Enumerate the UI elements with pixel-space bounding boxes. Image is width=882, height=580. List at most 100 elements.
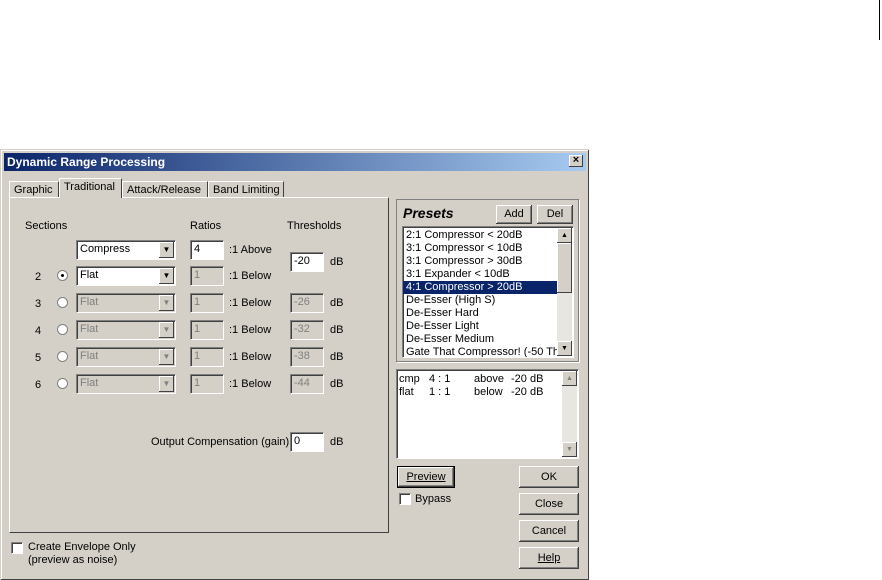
tab-attack-release[interactable]: Attack/Release	[122, 181, 208, 198]
summary-row: cmp 4 : 1 above -20 dB	[399, 373, 576, 386]
summary-row: flat 1 : 1 below -20 dB	[399, 386, 576, 399]
preset-item[interactable]: 3:1 Compressor < 10dB	[403, 242, 558, 255]
section-2-mode-select[interactable]: Flat ▼	[76, 266, 176, 286]
section-3-radio[interactable]	[57, 297, 68, 308]
section-5-ratio-input[interactable]: 1	[190, 347, 224, 367]
summary-thr: -20 dB	[511, 373, 544, 385]
section-1-unit: dB	[330, 256, 344, 268]
bypass-checkbox[interactable]	[399, 493, 411, 505]
section-4-threshold-input[interactable]: -32	[290, 320, 324, 340]
thresholds-header: Thresholds	[287, 220, 342, 232]
section-2-ratio-input[interactable]: 1	[190, 266, 224, 286]
create-envelope-sublabel: (preview as noise)	[28, 554, 118, 566]
tab-band-limiting[interactable]: Band Limiting	[208, 181, 284, 198]
help-button[interactable]: Help	[519, 547, 579, 569]
section-2-number: 2	[35, 271, 42, 283]
section-3-threshold-input[interactable]: -26	[290, 293, 324, 313]
chevron-down-icon: ▼	[159, 349, 174, 365]
presets-group: Presets Add Del 2:1 Compressor < 20dB 3:1…	[396, 199, 579, 362]
summary-scrollbar[interactable]: ▲ ▼	[562, 371, 577, 457]
section-4-radio[interactable]	[57, 324, 68, 335]
preset-item[interactable]: 3:1 Expander < 10dB	[403, 268, 558, 281]
preset-item[interactable]: De-Esser (High S)	[403, 294, 558, 307]
dialog-title: Dynamic Range Processing	[7, 155, 166, 169]
summary-ratio: 1 : 1	[429, 386, 451, 398]
summary-type: cmp	[399, 373, 420, 385]
bypass-label: Bypass	[415, 493, 452, 505]
section-6-ratio-input[interactable]: 1	[190, 374, 224, 394]
section-2-mode-value: Flat	[80, 269, 99, 281]
chevron-down-icon: ▼	[159, 295, 174, 311]
sections-header: Sections	[25, 220, 68, 232]
scroll-down-icon[interactable]: ▼	[557, 341, 572, 356]
section-5-unit: dB	[330, 351, 344, 363]
section-6-mode-select[interactable]: Flat ▼	[76, 374, 176, 394]
section-1-ratio-input[interactable]: 4	[190, 240, 224, 260]
settings-summary-box[interactable]: cmp 4 : 1 above -20 dB flat 1 : 1 below -20 dB …	[396, 369, 579, 459]
section-5-threshold-input[interactable]: -38	[290, 347, 324, 367]
section-4-mode-value: Flat	[80, 323, 99, 335]
ok-button[interactable]: OK	[519, 466, 579, 488]
ratios-header: Ratios	[190, 220, 222, 232]
delete-preset-button[interactable]: Del	[537, 205, 573, 224]
preset-item[interactable]: 4:1 Compressor > 20dB	[403, 281, 558, 294]
section-4-mode-select[interactable]: Flat ▼	[76, 320, 176, 340]
scroll-thumb[interactable]	[557, 243, 572, 293]
section-1-mode-value: Compress	[80, 243, 131, 255]
section-4-unit: dB	[330, 324, 344, 336]
section-4-number: 4	[35, 325, 42, 337]
section-6-threshold-input[interactable]: -44	[290, 374, 324, 394]
dynamic-range-dialog: Dynamic Range Processing × Graphic Tradi…	[0, 149, 589, 580]
preset-item[interactable]: 3:1 Compressor > 30dB	[403, 255, 558, 268]
section-5-radio[interactable]	[57, 351, 68, 362]
summary-thr: -20 dB	[511, 386, 544, 398]
preset-item[interactable]: 2:1 Compressor < 20dB	[403, 229, 558, 242]
preview-label: Preview	[406, 471, 446, 483]
help-label: Help	[537, 552, 561, 564]
presets-scrollbar[interactable]: ▲ ▼	[557, 228, 572, 356]
section-5-number: 5	[35, 352, 42, 364]
preset-item[interactable]: Gate That Compressor! (-50 Thre	[403, 346, 569, 357]
scroll-down-icon[interactable]: ▼	[562, 442, 577, 457]
summary-dir: below	[474, 386, 503, 398]
section-1-threshold-input[interactable]: -20	[290, 252, 324, 272]
section-3-mode-select[interactable]: Flat ▼	[76, 293, 176, 313]
preset-item[interactable]: De-Esser Light	[403, 320, 558, 333]
section-3-ratio-input[interactable]: 1	[190, 293, 224, 313]
preview-button[interactable]: Preview	[397, 466, 455, 488]
create-envelope-label: Create Envelope Only	[28, 541, 136, 553]
scroll-up-icon[interactable]: ▲	[562, 371, 577, 386]
section-1-ratio-suffix: :1 Above	[229, 244, 272, 256]
preset-item[interactable]: De-Esser Hard	[403, 307, 558, 320]
chevron-down-icon: ▼	[159, 268, 174, 284]
close-icon[interactable]: ×	[569, 155, 583, 167]
add-preset-button[interactable]: Add	[496, 205, 532, 224]
section-2-radio[interactable]	[57, 270, 68, 281]
tab-graphic[interactable]: Graphic	[9, 181, 59, 198]
scroll-up-icon[interactable]: ▲	[557, 228, 572, 243]
cancel-button[interactable]: Cancel	[519, 520, 579, 542]
section-1-mode-select[interactable]: Compress ▼	[76, 240, 176, 260]
output-compensation-input[interactable]: 0	[290, 432, 324, 452]
title-bar[interactable]: Dynamic Range Processing ×	[4, 153, 586, 171]
presets-list[interactable]: 2:1 Compressor < 20dB 3:1 Compressor < 10…	[402, 226, 574, 358]
section-3-ratio-suffix: :1 Below	[229, 297, 272, 309]
section-4-ratio-input[interactable]: 1	[190, 320, 224, 340]
preset-item[interactable]: De-Esser Medium	[403, 333, 558, 346]
section-5-mode-select[interactable]: Flat ▼	[76, 347, 176, 367]
tab-traditional[interactable]: Traditional	[59, 178, 122, 198]
create-envelope-checkbox[interactable]	[11, 542, 23, 554]
output-compensation-label: Output Compensation (gain)	[151, 436, 290, 448]
close-button[interactable]: Close	[519, 493, 579, 515]
section-5-mode-value: Flat	[80, 350, 99, 362]
section-3-number: 3	[35, 298, 42, 310]
section-3-unit: dB	[330, 297, 344, 309]
chevron-down-icon: ▼	[159, 322, 174, 338]
section-6-ratio-suffix: :1 Below	[229, 378, 272, 390]
section-6-radio[interactable]	[57, 378, 68, 389]
section-6-unit: dB	[330, 378, 344, 390]
chevron-down-icon: ▼	[159, 376, 174, 392]
section-6-number: 6	[35, 379, 42, 391]
section-2-ratio-suffix: :1 Below	[229, 270, 272, 282]
screen-edge-line	[879, 0, 880, 40]
